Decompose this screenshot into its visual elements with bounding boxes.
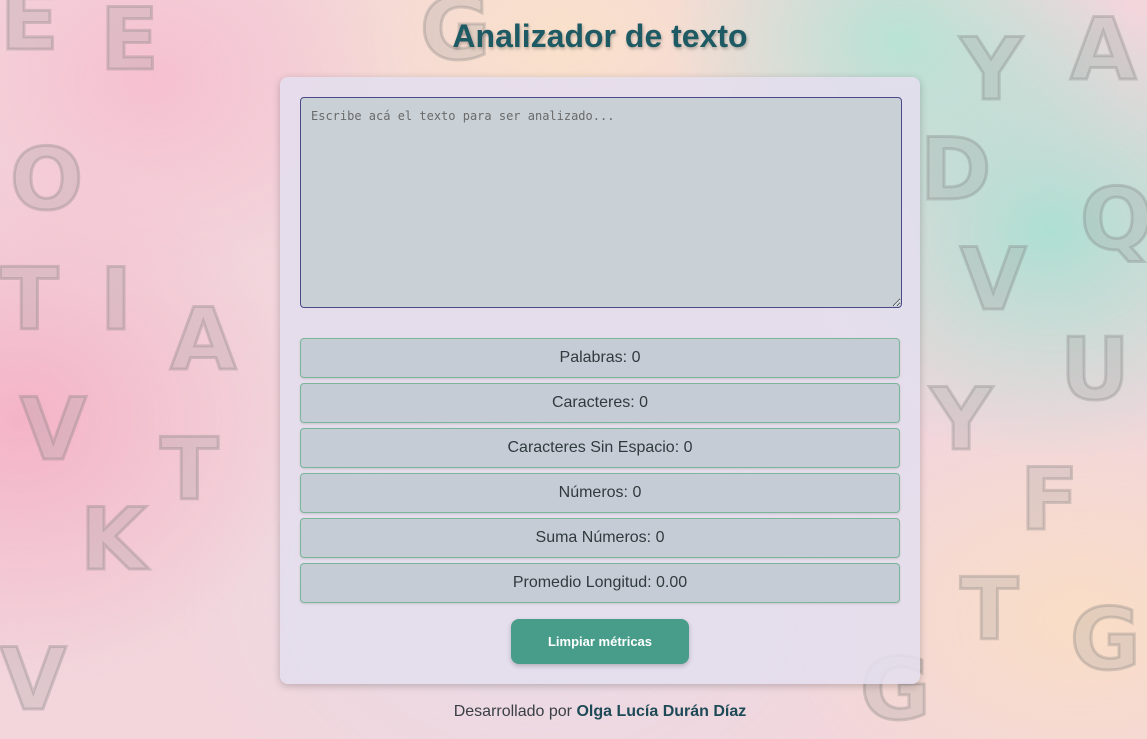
metrics-list: Palabras: 0 Caracteres: 0 Caracteres Sin… (300, 338, 900, 608)
background-letter-decoration: I (99, 249, 134, 352)
background-letter-decoration: O (8, 129, 84, 232)
background-letter-decoration: T (159, 419, 221, 522)
background-letter-decoration: V (19, 379, 89, 482)
metric-numbers-sum: Suma Números: 0 (300, 518, 900, 558)
footer: Desarrollado por Olga Lucía Durán Díaz (0, 703, 1147, 721)
background-letter-decoration: F (1019, 449, 1081, 552)
metric-characters-no-spaces: Caracteres Sin Espacio: 0 (300, 428, 900, 468)
background-letter-decoration: A (169, 289, 239, 392)
page-title: Analizador de texto (452, 18, 748, 54)
clear-metrics-button[interactable]: Limpiar métricas (511, 619, 689, 664)
footer-prefix: Desarrollado por (453, 703, 577, 720)
text-input[interactable] (300, 97, 902, 308)
background-letter-decoration: Y (928, 369, 993, 472)
metric-average-length: Promedio Longitud: 0.00 (300, 563, 900, 603)
background-letter-decoration: U (1059, 319, 1132, 422)
background-letter-decoration: G (1069, 589, 1143, 692)
background-letter-decoration: T (959, 559, 1021, 662)
footer-author: Olga Lucía Durán Díaz (576, 703, 747, 720)
metric-words: Palabras: 0 (300, 338, 900, 378)
background-letter-decoration: Q (1078, 169, 1147, 272)
background-letter-decoration: K (79, 489, 149, 592)
background-letter-decoration: T (0, 249, 60, 352)
metric-characters: Caracteres: 0 (300, 383, 900, 423)
metric-numbers: Números: 0 (300, 473, 900, 513)
analyzer-panel: Palabras: 0 Caracteres: 0 Caracteres Sin… (280, 77, 920, 684)
background-letter-decoration: V (959, 229, 1029, 332)
background-letter-decoration: D (918, 119, 992, 222)
